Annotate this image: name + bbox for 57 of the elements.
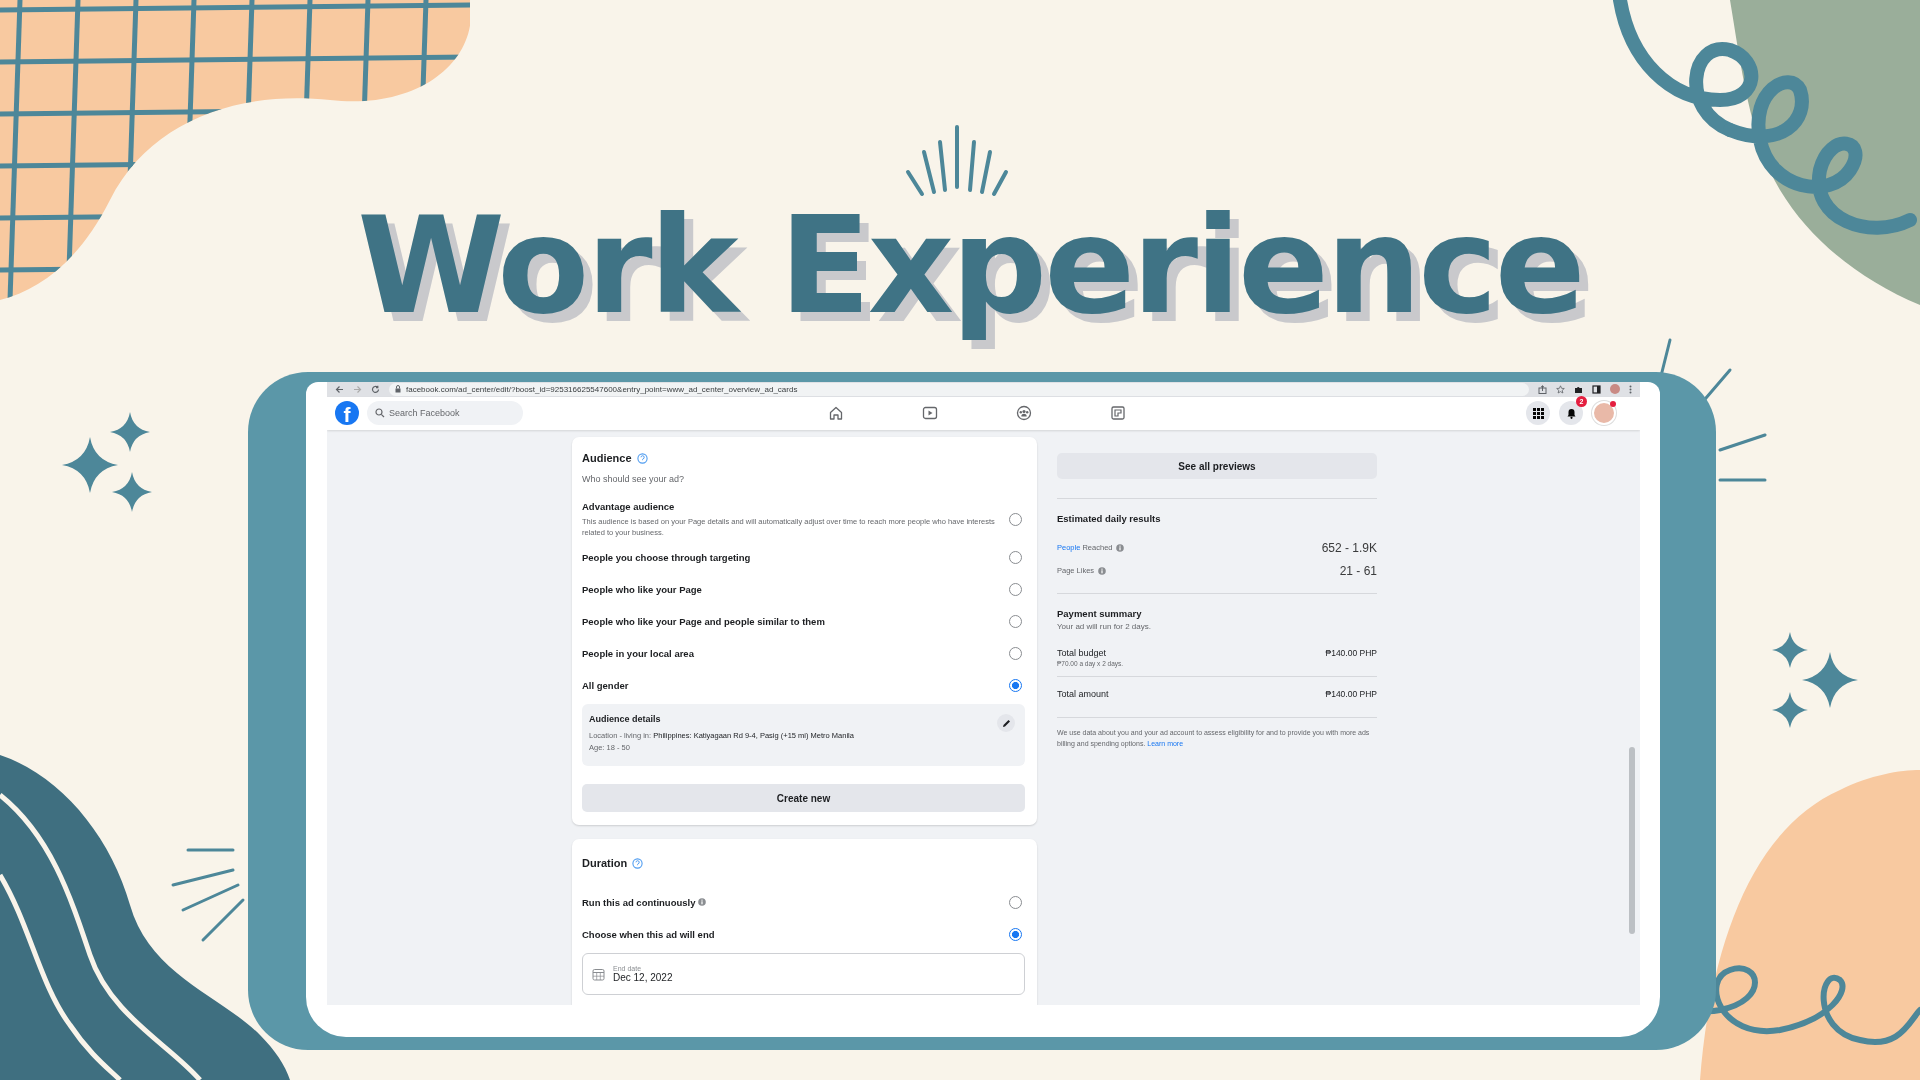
option-label: People in your local area [582, 647, 694, 659]
summary-value: ₱140.00 PHP [1325, 648, 1377, 658]
star-icon[interactable] [1556, 384, 1565, 394]
help-icon [632, 857, 644, 869]
option-label: Choose when this ad will end [582, 928, 715, 940]
section-title: Estimated daily results [1057, 513, 1162, 524]
search-field[interactable]: Search Facebook [367, 401, 523, 426]
details-title: Audience details [589, 714, 662, 724]
section-title: Audience [582, 452, 632, 464]
result-value: 652 - 1.9K [1321, 540, 1377, 555]
home-icon[interactable] [828, 405, 844, 422]
option-label: People you choose through targeting [582, 551, 751, 563]
avatar[interactable] [1592, 401, 1616, 426]
option-label: People who like your Page and people similar to them [582, 615, 825, 627]
search-icon [375, 408, 385, 419]
share-icon[interactable] [1538, 384, 1547, 394]
option-label: Run this ad continuously [582, 896, 696, 908]
help-icon [636, 452, 648, 464]
scrollbar-thumb[interactable] [1629, 747, 1635, 934]
calendar-icon [592, 967, 605, 981]
option-label: Advantage audience [582, 501, 676, 512]
section-title: Duration [582, 857, 628, 869]
info-icon [1116, 543, 1125, 552]
result-value: 21 - 61 [1339, 563, 1377, 578]
group-icon[interactable] [1016, 405, 1032, 422]
address-bar[interactable]: facebook.com/ad_center/edit/?boost_id=925316625547600&entry_point=www_ad_center_overview_ad_cards [389, 382, 1529, 396]
pencil-icon [1001, 718, 1011, 728]
info-icon [1098, 566, 1107, 575]
sidebar-icon[interactable] [1592, 384, 1601, 394]
lock-icon [395, 385, 401, 394]
back-icon[interactable] [335, 384, 344, 394]
see-all-previews-button[interactable]: See all previews [1057, 453, 1377, 479]
section-subtitle: Who should see your ad? [582, 474, 686, 484]
grid-icon [1532, 407, 1544, 419]
menu-button[interactable] [1526, 401, 1550, 426]
info-icon [698, 898, 707, 906]
summary-label: Total budget [1057, 648, 1107, 658]
radio-button[interactable] [1009, 678, 1022, 692]
section-title: Payment summary [1057, 608, 1143, 619]
edit-button[interactable] [997, 714, 1015, 732]
summary-value: ₱140.00 PHP [1325, 689, 1377, 699]
menu-dots-icon[interactable] [1629, 384, 1632, 394]
bell-icon [1565, 407, 1577, 419]
notifications-button[interactable] [1559, 401, 1583, 426]
field-value: Dec 12, 2022 [613, 972, 673, 983]
slide-title: Work Experience [357, 187, 1583, 346]
logo[interactable]: f [335, 401, 359, 426]
create-new-button[interactable]: Create new [582, 784, 1025, 812]
video-icon[interactable] [922, 405, 938, 422]
url-text: facebook.com/ad_center/edit/?boost_id=925316625547600&entry_point=www_ad_center_overview_ad_cards [406, 384, 798, 394]
summary-label: Total amount [1057, 689, 1109, 699]
payment-note: Your ad will run for 2 days. [1057, 622, 1152, 631]
option-label: All gender [582, 679, 629, 691]
status-dot [1610, 401, 1616, 408]
radio-button[interactable] [1009, 927, 1022, 941]
reload-icon[interactable] [371, 384, 380, 394]
option-label: People who like your Page [582, 583, 702, 595]
